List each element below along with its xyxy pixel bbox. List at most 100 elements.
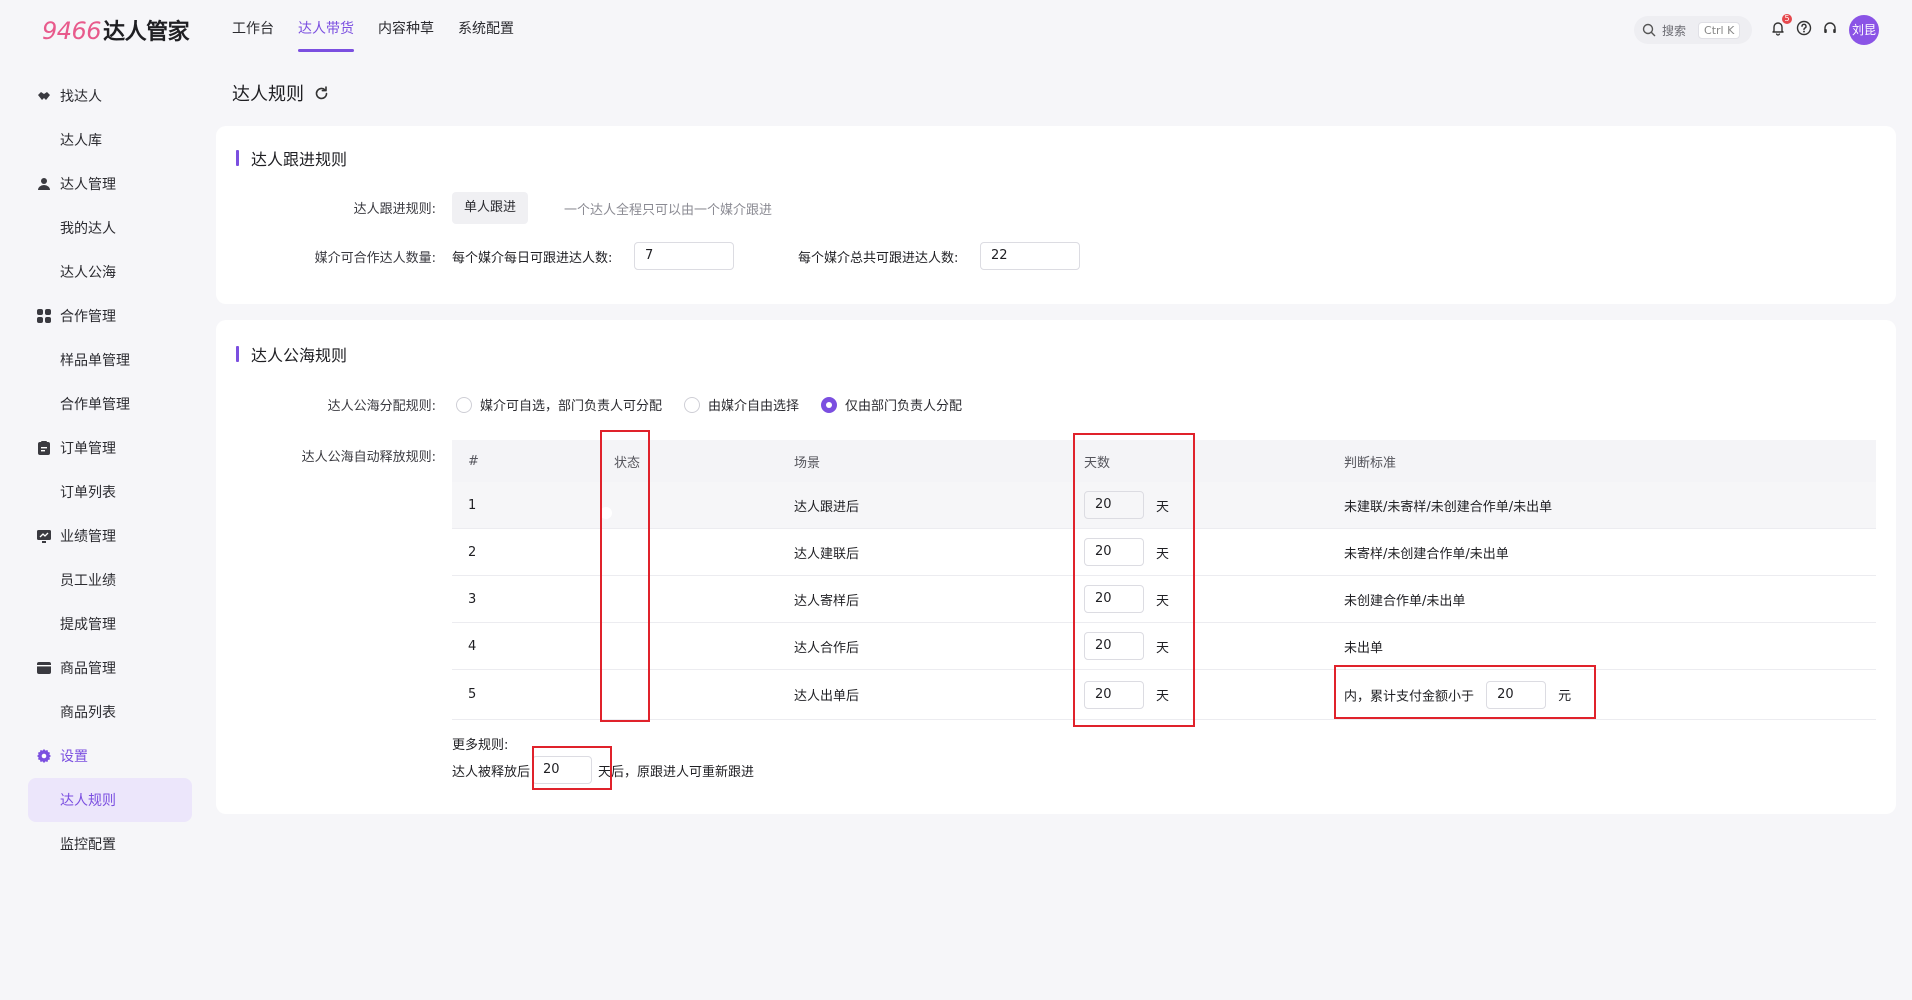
assign-option-label: 由媒介自由选择 bbox=[708, 399, 800, 414]
daily-quota-input[interactable]: 7 bbox=[634, 242, 734, 270]
sidebar-item-sample-orders[interactable]: 样品单管理 bbox=[28, 338, 192, 382]
logo-number: 9466 bbox=[42, 17, 102, 45]
refresh-icon[interactable] bbox=[314, 85, 329, 101]
sidebar-group-label: 设置 bbox=[60, 749, 88, 765]
row-num: 4 bbox=[468, 638, 477, 654]
more-rules-title: 更多规则: bbox=[452, 738, 509, 753]
headset-icon[interactable] bbox=[1820, 18, 1840, 38]
search-shortcut: Ctrl K bbox=[1698, 21, 1741, 39]
sidebar-group-settings[interactable]: 设置 bbox=[28, 734, 192, 778]
gear-icon bbox=[36, 748, 52, 764]
sidebar-group-performance[interactable]: 业绩管理 bbox=[28, 514, 192, 558]
row-num: 3 bbox=[468, 591, 477, 607]
nav-talent-sales[interactable]: 达人带货 bbox=[298, 0, 354, 60]
avatar[interactable]: 刘昆 bbox=[1849, 15, 1879, 45]
follow-rule-label: 达人跟进规则: bbox=[353, 202, 436, 217]
highlight-box-days-column bbox=[1073, 433, 1195, 727]
nav-system-config[interactable]: 系统配置 bbox=[458, 0, 514, 60]
total-quota-input[interactable]: 22 bbox=[980, 242, 1080, 270]
sidebar-group-products[interactable]: 商品管理 bbox=[28, 646, 192, 690]
notification-badge: 5 bbox=[1782, 14, 1792, 24]
sidebar-item-talent-pool[interactable]: 达人公海 bbox=[28, 250, 192, 294]
more-rules-prefix: 达人被释放后 bbox=[452, 764, 531, 780]
sidebar-group-label: 商品管理 bbox=[60, 661, 116, 677]
sidebar-item-product-list[interactable]: 商品列表 bbox=[28, 690, 192, 734]
row-scene: 达人合作后 bbox=[794, 640, 860, 656]
box-icon bbox=[36, 660, 52, 676]
nav-content-seeding[interactable]: 内容种草 bbox=[378, 0, 434, 60]
follow-rules-card: 达人跟进规则 达人跟进规则: 单人跟进 一个达人全程只可以由一个媒介跟进 媒介可… bbox=[216, 126, 1896, 304]
title-accent-bar bbox=[236, 150, 239, 166]
row-num: 1 bbox=[468, 497, 477, 513]
sidebar-group-label: 订单管理 bbox=[60, 441, 116, 457]
row-scene: 达人出单后 bbox=[794, 689, 860, 704]
assign-option-manager-only[interactable]: 仅由部门负责人分配 bbox=[821, 395, 962, 414]
daily-quota-label: 每个媒介每日可跟进达人数: bbox=[452, 251, 613, 266]
header-num: # bbox=[468, 453, 479, 469]
help-icon[interactable] bbox=[1794, 18, 1814, 38]
sidebar-group-cooperation[interactable]: 合作管理 bbox=[28, 294, 192, 338]
row-scene: 达人寄样后 bbox=[794, 593, 860, 609]
assign-option-label: 媒介可自选，部门负责人可分配 bbox=[480, 399, 663, 414]
sidebar-item-talent-library[interactable]: 达人库 bbox=[28, 118, 192, 162]
sidebar-item-talent-rules[interactable]: 达人规则 bbox=[28, 778, 192, 822]
row-criteria: 未创建合作单/未出单 bbox=[1344, 593, 1466, 609]
assign-rule-label: 达人公海分配规则: bbox=[327, 399, 436, 414]
search-icon bbox=[1642, 23, 1656, 37]
row-num: 2 bbox=[468, 544, 477, 560]
row-criteria: 未出单 bbox=[1344, 640, 1384, 656]
pool-rules-title-text: 达人公海规则 bbox=[251, 346, 348, 365]
sidebar-group-label: 达人管理 bbox=[60, 177, 116, 193]
chart-icon bbox=[36, 528, 52, 544]
app-logo[interactable]: 9466 达人管家 bbox=[42, 14, 190, 46]
radio-unchecked-icon bbox=[456, 396, 472, 413]
page-title: 达人规则 bbox=[232, 84, 304, 105]
nav-workbench[interactable]: 工作台 bbox=[232, 0, 274, 60]
release-rule-label: 达人公海自动释放规则: bbox=[301, 450, 436, 465]
search-box[interactable]: 搜索 Ctrl K bbox=[1634, 16, 1752, 44]
sidebar-item-order-list[interactable]: 订单列表 bbox=[28, 470, 192, 514]
bell-icon[interactable]: 5 bbox=[1768, 14, 1792, 38]
radio-unchecked-icon bbox=[684, 396, 701, 413]
follow-rule-value[interactable]: 单人跟进 bbox=[452, 192, 529, 224]
header-scene: 场景 bbox=[794, 455, 821, 471]
page-header: 达人规则 bbox=[232, 80, 329, 106]
assign-option-self-select[interactable]: 媒介可自选，部门负责人可分配 bbox=[456, 395, 662, 414]
highlight-box-amount-criteria bbox=[1334, 665, 1596, 719]
radio-checked-icon bbox=[821, 396, 838, 413]
assign-rule-radio-group: 媒介可自选，部门负责人可分配 由媒介自由选择 仅由部门负责人分配 bbox=[456, 395, 984, 414]
title-accent-bar bbox=[236, 346, 239, 362]
more-rules-suffix: 天后，原跟进人可重新跟进 bbox=[598, 764, 755, 780]
sidebar-group-find-talent[interactable]: 找达人 bbox=[28, 74, 192, 118]
sidebar-group-label: 合作管理 bbox=[60, 309, 116, 325]
row-criteria: 未寄样/未创建合作单/未出单 bbox=[1344, 546, 1509, 562]
sidebar-group-label: 找达人 bbox=[60, 89, 102, 105]
sidebar: 找达人 达人库 达人管理 我的达人 达人公海 合作管理 样品单管理 合作单管理 … bbox=[28, 74, 192, 866]
sidebar-item-commission[interactable]: 提成管理 bbox=[28, 602, 192, 646]
row-num: 5 bbox=[468, 687, 477, 702]
top-icons: 5 bbox=[1768, 14, 1846, 38]
highlight-box-reclaim-days bbox=[532, 746, 612, 790]
logo-text: 达人管家 bbox=[103, 20, 190, 45]
clipboard-icon bbox=[36, 440, 52, 456]
sidebar-group-label: 业绩管理 bbox=[60, 529, 116, 545]
follow-rules-title-text: 达人跟进规则 bbox=[251, 150, 348, 169]
sidebar-group-talent-management[interactable]: 达人管理 bbox=[28, 162, 192, 206]
sidebar-item-monitor-config[interactable]: 监控配置 bbox=[28, 822, 192, 866]
pool-rules-card: 达人公海规则 达人公海分配规则: 媒介可自选，部门负责人可分配 由媒介自由选择 … bbox=[216, 320, 1896, 814]
highlight-box-status-column bbox=[600, 430, 650, 722]
assign-option-free-choice[interactable]: 由媒介自由选择 bbox=[684, 395, 799, 414]
sidebar-item-staff-performance[interactable]: 员工业绩 bbox=[28, 558, 192, 602]
total-quota-label: 每个媒介总共可跟进达人数: bbox=[798, 251, 959, 266]
follow-rule-hint: 一个达人全程只可以由一个媒介跟进 bbox=[564, 203, 773, 218]
grid-icon bbox=[36, 308, 52, 324]
row-scene: 达人建联后 bbox=[794, 546, 860, 562]
sidebar-item-my-talents[interactable]: 我的达人 bbox=[28, 206, 192, 250]
row-scene: 达人跟进后 bbox=[794, 499, 860, 515]
user-icon bbox=[36, 176, 52, 192]
search-label: 搜索 bbox=[1662, 23, 1687, 38]
handshake-icon bbox=[36, 88, 52, 104]
top-nav: 工作台 达人带货 内容种草 系统配置 bbox=[232, 0, 538, 60]
sidebar-group-orders[interactable]: 订单管理 bbox=[28, 426, 192, 470]
sidebar-item-cooperation-orders[interactable]: 合作单管理 bbox=[28, 382, 192, 426]
